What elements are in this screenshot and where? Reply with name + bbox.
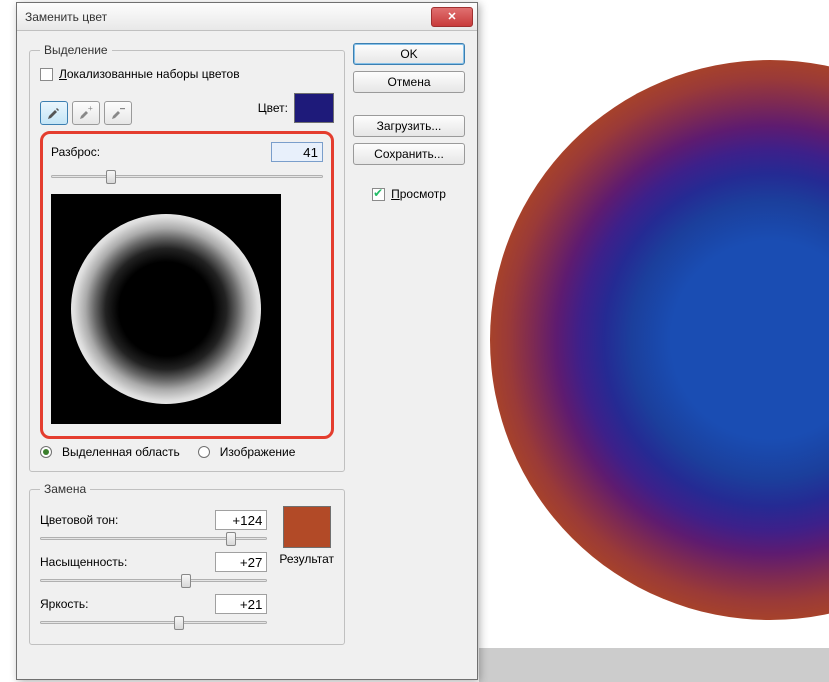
- radio-selection[interactable]: Выделенная область: [40, 445, 180, 459]
- slider-track: [51, 175, 323, 178]
- cancel-button[interactable]: Отмена: [353, 71, 465, 93]
- replacement-group: Замена Цветовой тон: Насыщенность:: [29, 482, 345, 645]
- slider-thumb[interactable]: [106, 170, 116, 184]
- close-icon: ✕: [447, 10, 456, 23]
- selection-preview: [51, 194, 281, 424]
- result-label: Результат: [279, 552, 334, 566]
- localized-clusters-row[interactable]: ЛЛокализованные наборы цветовокализованн…: [40, 67, 334, 81]
- saturation-slider[interactable]: [40, 572, 267, 590]
- color-label: Цвет:: [258, 101, 288, 115]
- eyedropper-add-tool[interactable]: [72, 101, 100, 125]
- eyedropper-minus-icon: [110, 105, 126, 121]
- lightness-slider[interactable]: [40, 614, 267, 632]
- fuzziness-label: Разброс:: [51, 145, 100, 159]
- radio-image[interactable]: Изображение: [198, 445, 296, 459]
- eyedropper-plus-icon: [78, 105, 94, 121]
- selection-group: Выделение ЛЛокализованные наборы цветово…: [29, 43, 345, 472]
- replace-color-dialog: Заменить цвет ✕ Выделение ЛЛокализованны…: [16, 2, 478, 680]
- titlebar: Заменить цвет ✕: [17, 3, 477, 31]
- localized-checkbox[interactable]: [40, 68, 53, 81]
- lightness-label: Яркость:: [40, 597, 150, 611]
- radio-image-dot: [198, 446, 210, 458]
- localized-label: ЛЛокализованные наборы цветовокализованн…: [59, 67, 240, 81]
- selection-legend: Выделение: [40, 43, 112, 57]
- preview-checkbox[interactable]: [372, 188, 385, 201]
- fuzziness-input[interactable]: [271, 142, 323, 162]
- dialog-title: Заменить цвет: [25, 10, 431, 24]
- fuzziness-highlight: Разброс:: [40, 131, 334, 439]
- saturation-input[interactable]: [215, 552, 267, 572]
- eyedropper-tool[interactable]: [40, 101, 68, 125]
- radio-selection-dot: [40, 446, 52, 458]
- canvas-footer-strip: [479, 648, 829, 682]
- source-color-swatch[interactable]: [294, 93, 334, 123]
- preview-checkbox-row[interactable]: ПросмотрПросмотр: [353, 187, 465, 201]
- hue-slider[interactable]: [40, 530, 267, 548]
- save-button[interactable]: Сохранить...: [353, 143, 465, 165]
- preview-label: ПросмотрПросмотр: [391, 187, 446, 201]
- ok-button[interactable]: OK: [353, 43, 465, 65]
- load-button[interactable]: Загрузить...: [353, 115, 465, 137]
- saturation-label: Насыщенность:: [40, 555, 150, 569]
- result-color-swatch[interactable]: [283, 506, 331, 548]
- preview-mask: [71, 214, 261, 404]
- hue-label: Цветовой тон:: [40, 513, 150, 527]
- radio-image-label: Изображение: [220, 445, 296, 459]
- lightness-input[interactable]: [215, 594, 267, 614]
- eyedropper-subtract-tool[interactable]: [104, 101, 132, 125]
- fuzziness-slider[interactable]: [51, 168, 323, 186]
- close-button[interactable]: ✕: [431, 7, 473, 27]
- eyedropper-icon: [46, 105, 62, 121]
- radio-selection-label: Выделенная область: [62, 445, 180, 459]
- replacement-legend: Замена: [40, 482, 90, 496]
- hue-input[interactable]: [215, 510, 267, 530]
